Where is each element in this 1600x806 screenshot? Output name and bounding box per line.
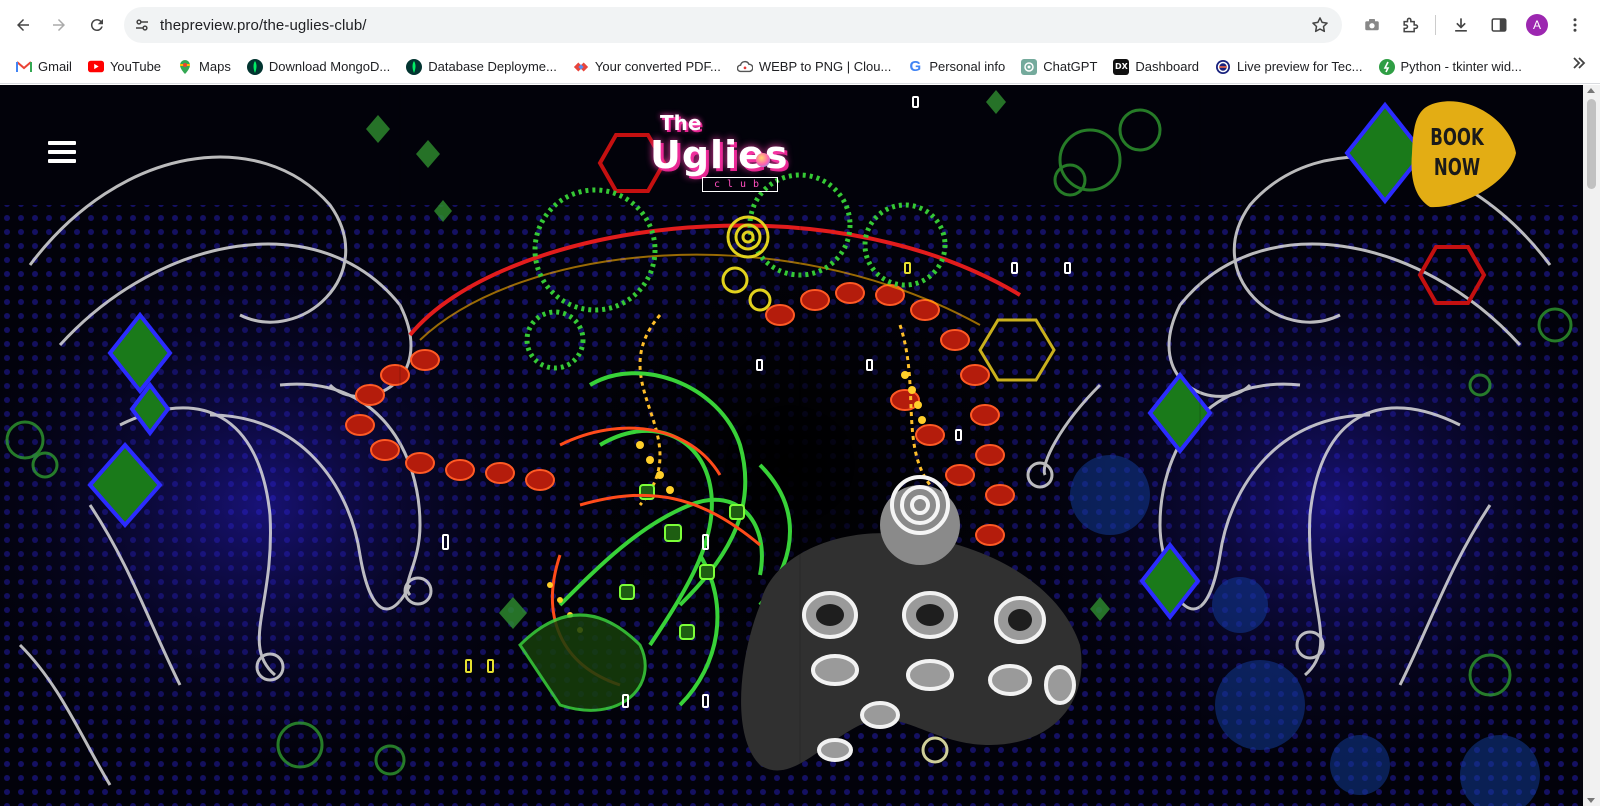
- youtube-icon: [87, 59, 104, 75]
- bookmark-download-mongodb[interactable]: Download MongoD...: [241, 54, 396, 80]
- bookmark-database-deployment[interactable]: Database Deployme...: [400, 54, 563, 80]
- bookmark-label: Maps: [199, 59, 231, 74]
- book-now-line1: BOOK: [1430, 125, 1484, 151]
- python-icon: [1378, 58, 1395, 75]
- tune-icon[interactable]: [124, 16, 160, 34]
- double-chevron-icon[interactable]: [1572, 56, 1586, 75]
- bookmark-label: Personal info: [929, 59, 1006, 74]
- bookmark-label: Database Deployme...: [428, 59, 557, 74]
- hamburger-line: [48, 150, 76, 154]
- psychedelic-hero-background: [0, 85, 1583, 806]
- globe-icon: [1215, 59, 1231, 75]
- bookmark-personal-info[interactable]: G Personal info: [901, 54, 1011, 80]
- bookmark-label: ChatGPT: [1043, 59, 1098, 74]
- mongodb-icon: [406, 58, 423, 75]
- logo-the: The: [660, 111, 702, 135]
- bookmark-label: Download MongoD...: [268, 59, 391, 74]
- book-now-button[interactable]: BOOK NOW: [1410, 97, 1518, 209]
- bookmark-gmail[interactable]: Gmail: [10, 54, 78, 80]
- avatar: A: [1526, 14, 1548, 36]
- bookmark-webp-to-png[interactable]: WEBP to PNG | Clou...: [731, 54, 897, 80]
- address-bar[interactable]: thepreview.pro/the-uglies-club/: [124, 7, 1342, 43]
- logo-club: club: [702, 177, 778, 192]
- kebab-menu-icon[interactable]: [1558, 8, 1592, 42]
- maps-icon: [177, 59, 193, 75]
- download-icon[interactable]: [1444, 8, 1478, 42]
- bookmark-label: Python - tkinter wid...: [1400, 59, 1522, 74]
- book-now-label: BOOK NOW: [1423, 123, 1491, 183]
- browser-window: thepreview.pro/the-uglies-club/ A Gmail …: [0, 0, 1600, 806]
- bookmark-label: Your converted PDF...: [594, 59, 721, 74]
- toolbar-divider: [1435, 15, 1436, 35]
- logo-ball-icon: [756, 153, 770, 167]
- bookmark-live-preview[interactable]: Live preview for Tec...: [1209, 54, 1368, 80]
- pdf-converter-icon: [573, 59, 589, 75]
- bookmarks-bar: Gmail YouTube Maps Download MongoD... Da…: [0, 50, 1600, 84]
- star-icon[interactable]: [1310, 15, 1330, 40]
- scroll-up-arrow-icon[interactable]: [1587, 88, 1595, 93]
- side-panel-icon[interactable]: [1482, 8, 1516, 42]
- hamburger-line: [48, 159, 76, 163]
- bookmark-youtube[interactable]: YouTube: [82, 54, 167, 80]
- bookmark-label: Dashboard: [1135, 59, 1200, 74]
- gmail-icon: [16, 59, 32, 75]
- web-page: The Uglies club BOOK NOW: [0, 85, 1583, 806]
- profile-avatar[interactable]: A: [1520, 8, 1554, 42]
- bookmark-maps[interactable]: Maps: [171, 54, 237, 80]
- camera-icon[interactable]: [1355, 8, 1389, 42]
- reload-icon[interactable]: [80, 8, 114, 42]
- bookmark-label: Live preview for Tec...: [1237, 59, 1363, 74]
- dx-icon: DX: [1113, 58, 1130, 75]
- back-arrow-icon[interactable]: [6, 8, 40, 42]
- bookmark-python-tkinter[interactable]: Python - tkinter wid...: [1373, 54, 1528, 80]
- bookmark-converted-pdf[interactable]: Your converted PDF...: [567, 54, 727, 80]
- forward-arrow-icon[interactable]: [42, 8, 76, 42]
- book-now-line2: NOW: [1433, 155, 1481, 181]
- page-scrollbar[interactable]: [1583, 85, 1600, 806]
- hamburger-line: [48, 141, 76, 145]
- toolbar-actions: A: [1355, 8, 1592, 42]
- bookmark-label: Gmail: [38, 59, 72, 74]
- cloud-icon: [736, 59, 753, 75]
- bookmark-dashboard[interactable]: DX Dashboard: [1107, 54, 1205, 80]
- uglies-club-logo[interactable]: The Uglies club: [650, 107, 790, 197]
- chatgpt-icon: [1021, 58, 1038, 75]
- bookmark-label: YouTube: [109, 59, 162, 74]
- bookmark-label: WEBP to PNG | Clou...: [758, 59, 892, 74]
- bookmark-chatgpt[interactable]: ChatGPT: [1015, 54, 1103, 80]
- url-text[interactable]: thepreview.pro/the-uglies-club/: [160, 17, 367, 34]
- scroll-down-arrow-icon[interactable]: [1587, 798, 1595, 803]
- scrollbar-thumb[interactable]: [1587, 99, 1596, 189]
- google-icon: G: [909, 58, 922, 75]
- browser-toolbar: thepreview.pro/the-uglies-club/ A: [0, 0, 1600, 50]
- mongodb-icon: [246, 58, 263, 75]
- puzzle-icon[interactable]: [1393, 8, 1427, 42]
- hamburger-menu-icon[interactable]: [48, 141, 76, 163]
